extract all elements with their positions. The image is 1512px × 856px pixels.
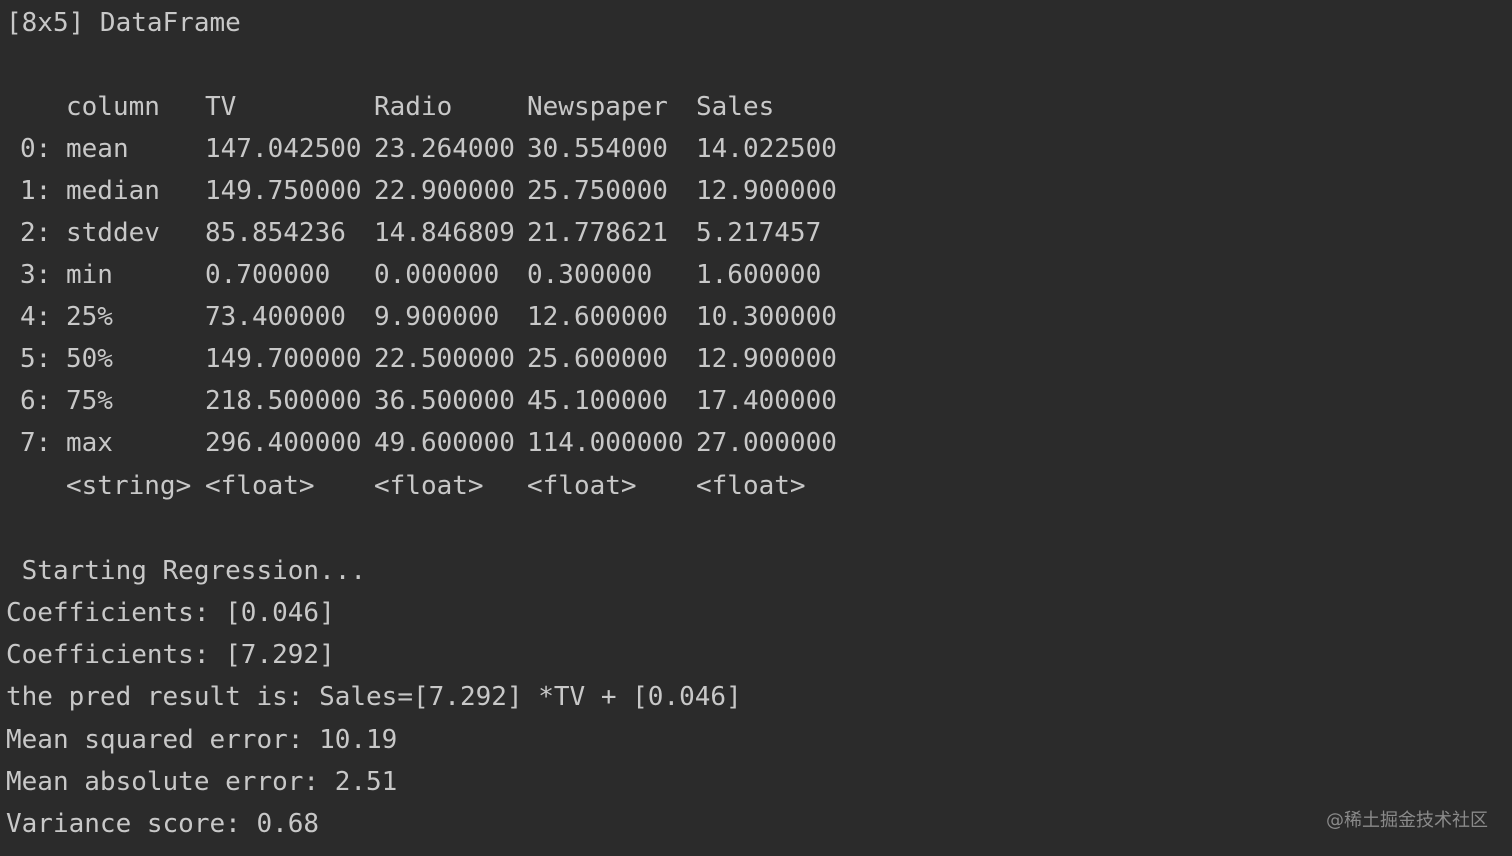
column-header: Radio [374, 92, 453, 122]
table-cell: 1.600000 [696, 260, 822, 290]
table-cell: 218.500000 [205, 386, 362, 416]
output-line: Coefficients: [0.046] [6, 598, 335, 628]
table-cell: 17.400000 [696, 386, 837, 416]
dataframe-header: [8x5] DataFrame [6, 8, 241, 38]
table-cell: median [66, 176, 160, 206]
row-index: 6: [20, 386, 52, 416]
table-cell: 73.400000 [205, 302, 346, 332]
table-row: 3: min 0.700000 0.000000 0.300000 1.6000… [6, 254, 821, 296]
table-row: 7: max 296.400000 49.600000 114.000000 2… [6, 422, 837, 464]
column-type: <float> [205, 471, 315, 501]
column-header: Sales [696, 92, 775, 122]
table-cell: 10.300000 [696, 302, 837, 332]
table-cell: 25.600000 [527, 344, 668, 374]
table-cell: max [66, 428, 113, 458]
table-cell: 0.700000 [205, 260, 331, 290]
table-cell: 12.900000 [696, 176, 837, 206]
table-cell: 49.600000 [374, 428, 515, 458]
table-cell: 75% [66, 386, 113, 416]
table-cell: 30.554000 [527, 134, 668, 164]
row-index: 4: [20, 302, 52, 332]
table-cell: 27.000000 [696, 428, 837, 458]
row-index: 2: [20, 218, 52, 248]
table-cell: 22.500000 [374, 344, 515, 374]
column-type: <string> [66, 471, 192, 501]
table-cell: 296.400000 [205, 428, 362, 458]
table-cell: 36.500000 [374, 386, 515, 416]
column-type: <float> [696, 471, 806, 501]
table-row: 2: stddev 85.854236 14.846809 21.778621 … [6, 212, 821, 254]
table-cell: 14.846809 [374, 218, 515, 248]
table-cell: 0.000000 [374, 260, 500, 290]
output-line: Starting Regression... [6, 556, 367, 586]
table-cell: 25.750000 [527, 176, 668, 206]
column-header: Newspaper [527, 92, 668, 122]
row-index: 5: [20, 344, 52, 374]
table-cell: 149.750000 [205, 176, 362, 206]
table-row: 4: 25% 73.400000 9.900000 12.600000 10.3… [6, 296, 837, 338]
table-cell: 21.778621 [527, 218, 668, 248]
table-cell: 22.900000 [374, 176, 515, 206]
table-cell: 149.700000 [205, 344, 362, 374]
table-row: 1: median 149.750000 22.900000 25.750000… [6, 170, 837, 212]
table-cell: 85.854236 [205, 218, 346, 248]
table-row: 6: 75% 218.500000 36.500000 45.100000 17… [6, 380, 837, 422]
output-line: Coefficients: [7.292] [6, 640, 335, 670]
table-cell: 50% [66, 344, 113, 374]
table-cell: 147.042500 [205, 134, 362, 164]
column-header: column [66, 92, 160, 122]
console-output: [8x5] DataFrame column TV Radio Newspape… [0, 0, 1512, 856]
output-line: Variance score: 0.68 [6, 809, 320, 839]
watermark: @稀土掘金技术社区 [1326, 810, 1488, 831]
table-cell: 12.600000 [527, 302, 668, 332]
table-cell: 9.900000 [374, 302, 500, 332]
table-cell: min [66, 260, 113, 290]
table-cell: 5.217457 [696, 218, 822, 248]
row-index: 1: [20, 176, 52, 206]
column-type: <float> [527, 471, 637, 501]
row-index: 3: [20, 260, 52, 290]
table-row: 5: 50% 149.700000 22.500000 25.600000 12… [6, 338, 837, 380]
output-line: Mean squared error: 10.19 [6, 725, 398, 755]
row-index: 7: [20, 428, 52, 458]
table-cell: 14.022500 [696, 134, 837, 164]
table-cell: stddev [66, 218, 160, 248]
output-line: the pred result is: Sales=[7.292] *TV + … [6, 682, 742, 712]
table-cell: mean [66, 134, 129, 164]
table-cell: 45.100000 [527, 386, 668, 416]
table-cell: 114.000000 [527, 428, 684, 458]
output-line: Mean absolute error: 2.51 [6, 767, 398, 797]
table-types-row: <string> <float> <float> <float> <float> [6, 465, 806, 507]
table-header-row: column TV Radio Newspaper Sales [6, 86, 774, 128]
table-cell: 12.900000 [696, 344, 837, 374]
column-header: TV [205, 92, 237, 122]
table-cell: 0.300000 [527, 260, 653, 290]
row-index: 0: [20, 134, 52, 164]
table-cell: 25% [66, 302, 113, 332]
column-type: <float> [374, 471, 484, 501]
table-cell: 23.264000 [374, 134, 515, 164]
table-row: 0: mean 147.042500 23.264000 30.554000 1… [6, 128, 837, 170]
